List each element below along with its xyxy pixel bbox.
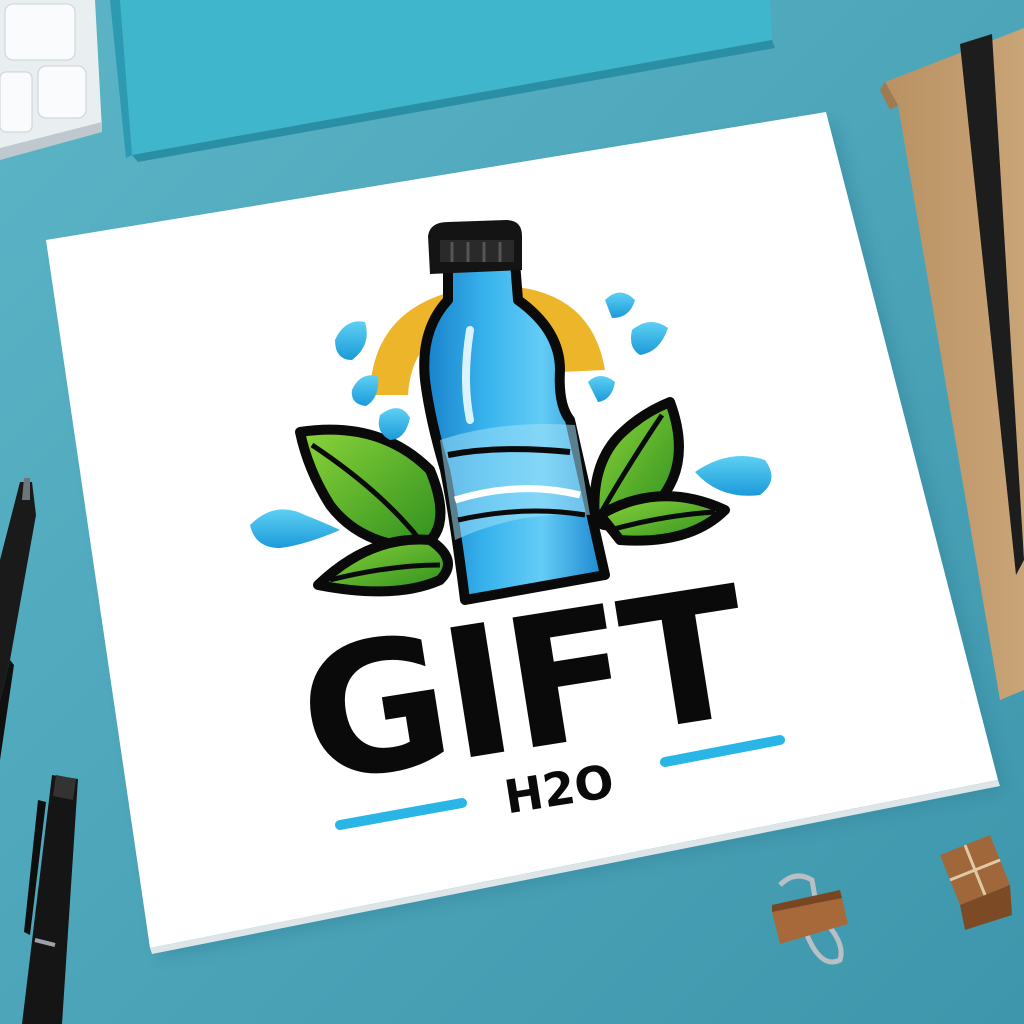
- photo-scene: GIFT H2O: [0, 0, 1024, 1024]
- keyboard: [0, 0, 102, 160]
